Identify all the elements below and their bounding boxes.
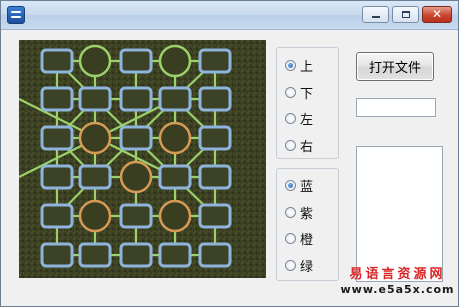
maximize-button[interactable] (392, 6, 419, 23)
board-rect-node[interactable] (78, 86, 112, 112)
board-circle-node[interactable] (78, 199, 112, 233)
watermark-url-text: www.e5a5x.com (340, 283, 455, 296)
board-circle-node[interactable] (158, 121, 192, 155)
radio-label: 上 (300, 59, 314, 75)
board-rect-node[interactable] (158, 164, 192, 190)
radio-dot (285, 259, 296, 271)
maximize-icon (402, 11, 410, 18)
board-rect-node[interactable] (119, 242, 153, 268)
board-circle-node[interactable] (119, 160, 153, 194)
radio-label: 下 (300, 86, 314, 102)
board-rect-node[interactable] (78, 164, 112, 190)
board-rect-node[interactable] (119, 203, 153, 229)
board-rect-node[interactable] (198, 242, 232, 268)
board-rect-node[interactable] (40, 125, 74, 151)
board-rect-node[interactable] (119, 86, 153, 112)
radio-dot (285, 179, 296, 191)
watermark-cn-text: 易语言资源网 (349, 267, 446, 282)
board-rect-node[interactable] (40, 242, 74, 268)
board-rect-node[interactable] (158, 242, 192, 268)
board-graphic (19, 40, 266, 278)
game-board[interactable] (19, 40, 266, 278)
board-rect-node[interactable] (40, 48, 74, 74)
close-icon: ✕ (431, 7, 443, 21)
radio-color-orange[interactable]: 橙 (285, 229, 314, 248)
board-rect-node[interactable] (40, 86, 74, 112)
board-rect-node[interactable] (158, 86, 192, 112)
radio-dot (285, 206, 296, 218)
color-radio-group: 蓝 紫 橙 绿 (276, 168, 339, 281)
open-file-button[interactable]: 打开文件 (356, 52, 434, 81)
radio-dot (285, 232, 296, 244)
direction-radio-group: 上 下 左 右 (276, 47, 339, 159)
radio-dot (285, 86, 296, 98)
radio-direction-up[interactable]: 上 (285, 56, 314, 75)
board-circle-node[interactable] (78, 121, 112, 155)
board-circle-node[interactable] (78, 44, 112, 78)
board-rect-node[interactable] (119, 48, 153, 74)
board-rect-node[interactable] (198, 203, 232, 229)
radio-dot (285, 139, 296, 151)
main-window: ✕ 上 下 左 右 蓝 紫 橙 绿 打开文件 易语言资源网 www.e5a5x.… (0, 0, 459, 307)
watermark: 易语言资源网 www.e5a5x.com (340, 267, 455, 296)
radio-color-blue[interactable]: 蓝 (285, 176, 314, 195)
board-rect-node[interactable] (198, 125, 232, 151)
radio-label: 右 (300, 139, 314, 155)
board-rect-node[interactable] (198, 48, 232, 74)
title-bar[interactable]: ✕ (1, 1, 458, 30)
radio-label: 橙 (300, 232, 314, 248)
text-input[interactable] (356, 98, 436, 117)
radio-direction-down[interactable]: 下 (285, 83, 314, 102)
close-button[interactable]: ✕ (422, 6, 452, 23)
board-rect-node[interactable] (78, 242, 112, 268)
minimize-icon (372, 16, 380, 18)
radio-dot (285, 112, 296, 124)
radio-color-purple[interactable]: 紫 (285, 203, 314, 222)
list-box[interactable] (356, 146, 443, 282)
radio-label: 绿 (300, 259, 314, 275)
radio-label: 蓝 (300, 179, 314, 195)
board-rect-node[interactable] (198, 86, 232, 112)
radio-direction-right[interactable]: 右 (285, 136, 314, 155)
board-rect-node[interactable] (198, 164, 232, 190)
radio-label: 紫 (300, 206, 314, 222)
board-rect-node[interactable] (119, 125, 153, 151)
radio-label: 左 (300, 112, 314, 128)
radio-color-green[interactable]: 绿 (285, 256, 314, 275)
app-icon (7, 6, 25, 24)
radio-direction-left[interactable]: 左 (285, 109, 314, 128)
board-circle-node[interactable] (158, 44, 192, 78)
radio-dot (285, 59, 296, 71)
board-rect-node[interactable] (40, 164, 74, 190)
minimize-button[interactable] (362, 6, 389, 23)
board-circle-node[interactable] (158, 199, 192, 233)
board-rect-node[interactable] (40, 203, 74, 229)
